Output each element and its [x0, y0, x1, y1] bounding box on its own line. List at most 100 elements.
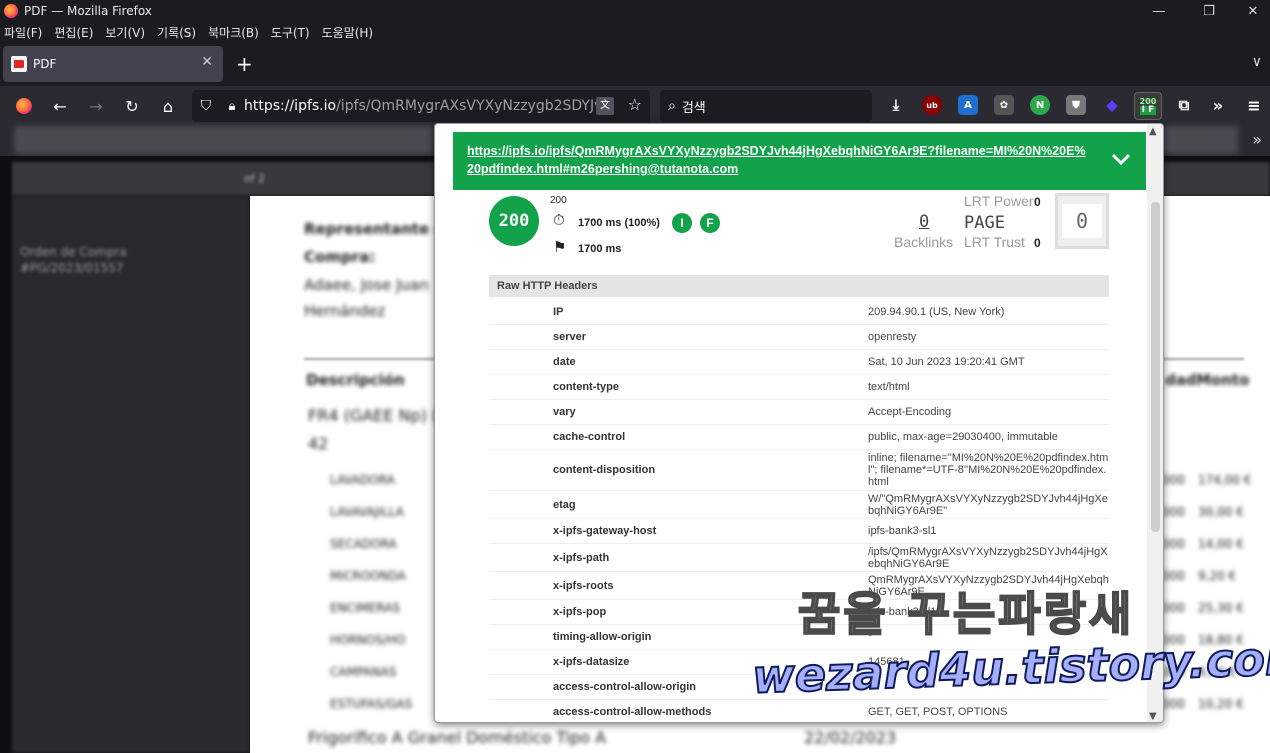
table-row: date Sat, 10 Jun 2023 19:20:41 GMT — [489, 350, 1109, 375]
table-row: access-control-allow-methods GET, GET, PO… — [489, 700, 1109, 722]
menu-history[interactable]: 기록(S) — [157, 24, 196, 41]
pdf-item: MICROONDA — [330, 569, 406, 583]
ublock-icon[interactable]: ub — [922, 95, 942, 115]
new-tab-plus-icon[interactable]: + — [236, 52, 253, 76]
menu-view[interactable]: 보기(V) — [105, 24, 145, 41]
table-row: x-ipfs-gateway-host ipfs-bank3-sl1 — [489, 519, 1109, 544]
address-bar[interactable]: ⛉ 🔒︎ https://ipfs.io/ipfs/QmRMygrAXsVYXy… — [192, 90, 650, 122]
bookmarks-overflow-chevron-icon[interactable]: » — [1252, 130, 1262, 149]
pdf-text: FR4 (GAEE Np) ( — [308, 406, 439, 425]
privacy-badger-icon[interactable]: ⛊ — [1066, 95, 1086, 115]
firefox-view-icon[interactable] — [14, 94, 34, 118]
puzzle-addon-icon[interactable]: ✿ — [994, 95, 1014, 115]
pdf-amount: 174,00 € — [1198, 473, 1252, 487]
extensions-puzzle-icon[interactable]: ⧉ — [1174, 95, 1194, 115]
list-tabs-chevron-icon[interactable]: ∨ — [1252, 54, 1262, 70]
maximize-icon[interactable]: ❐ — [1186, 0, 1232, 22]
home-icon[interactable]: ⌂ — [156, 94, 180, 118]
checked-url-link[interactable]: https://ipfs.io/ipfs/QmRMygrAXsVYXyNzzyg… — [467, 142, 1087, 178]
screen: PDF — Mozilla Firefox — ❐ ✕ 파일(F) 편집(E) … — [0, 0, 1270, 753]
table-row: content-disposition inline; filename="MI%… — [489, 450, 1109, 491]
close-window-icon[interactable]: ✕ — [1230, 0, 1270, 22]
pdf-text: 42 — [308, 434, 329, 453]
close-tab-icon[interactable]: ✕ — [201, 54, 213, 70]
pdf-outline-item[interactable]: Orden de Compra #PG/2023/01557 — [20, 244, 210, 276]
pdf-text: 22/02/2023 — [804, 728, 897, 747]
header-key: access-control-allow-origin — [553, 681, 697, 693]
pdf-text: Compra: — [304, 248, 376, 266]
hamburger-menu-icon[interactable]: ≡ — [1244, 95, 1264, 115]
table-row: x-ipfs-path/ipfs/QmRMygrAXsVYXyNzzygb2SD… — [489, 544, 1109, 572]
header-key: etag — [553, 498, 576, 511]
page-label: PAGE — [964, 213, 1005, 233]
table-row: content-type text/html — [489, 375, 1109, 400]
search-bar[interactable]: ⌕ 검색 — [660, 90, 872, 122]
header-value: ipfs-bank3-sl1 — [868, 525, 937, 537]
menu-help[interactable]: 도움말(H) — [322, 24, 374, 41]
collapse-chevron-icon[interactable] — [1108, 146, 1134, 172]
forward-arrow-icon[interactable]: → — [84, 94, 108, 118]
blurred-bookmarks-right — [1162, 126, 1238, 154]
menu-tools[interactable]: 도구(T) — [271, 24, 310, 41]
scrollbar-thumb[interactable] — [1151, 202, 1160, 532]
menu-bookmarks[interactable]: 북마크(B) — [208, 24, 259, 41]
pdf-file-icon — [11, 56, 27, 72]
score-value: 0 — [1062, 204, 1102, 238]
pdf-amount: 9,20 € — [1198, 569, 1237, 583]
pdf-text: Monto — [1196, 371, 1250, 389]
header-key: x-ipfs-datasize — [553, 656, 630, 668]
backlinks-value[interactable]: 0 — [919, 212, 929, 232]
raw-headers-title: Raw HTTP Headers — [489, 275, 1109, 297]
header-key: content-type — [553, 381, 619, 393]
pdf-page-count: of 2 — [244, 172, 266, 185]
header-key: x-ipfs-path — [553, 551, 610, 564]
scroll-up-arrow-icon[interactable]: ▲ — [1149, 126, 1157, 137]
scroll-down-arrow-icon[interactable]: ▼ — [1149, 711, 1157, 722]
lrt-trust-label: LRT Trust — [964, 234, 1025, 250]
more-tools-chevron-icon[interactable]: » — [1208, 95, 1228, 115]
pdf-text: Descripción — [306, 371, 405, 389]
gem-extension-icon[interactable]: ◆ — [1102, 95, 1122, 115]
translate-icon[interactable]: 文 — [596, 97, 614, 115]
response-time-final: 1700 ms — [578, 243, 622, 255]
search-placeholder: 검색 — [681, 100, 706, 116]
table-row: IP 209.94.90.1 (US, New York) — [489, 300, 1109, 325]
finish-flag-icon: ⚑ — [553, 239, 567, 256]
pdf-text: dad — [1165, 371, 1197, 389]
reload-icon[interactable]: ↻ — [120, 94, 144, 118]
pdf-text: Frigorífico A Granel Doméstico Tipo A — [308, 728, 607, 747]
header-key: x-ipfs-roots — [553, 579, 614, 592]
downloads-icon[interactable]: ⤓ — [886, 95, 906, 115]
header-value: public, max-age=29030400, immutable — [868, 431, 1058, 443]
pdf-amount: 30,00 € — [1198, 505, 1244, 519]
lock-icon[interactable]: 🔒︎ — [220, 99, 244, 114]
menu-file[interactable]: 파일(F) — [4, 24, 42, 41]
pdf-amount: 25,30 € — [1198, 601, 1244, 615]
header-key: server — [553, 331, 587, 343]
menu-edit[interactable]: 편집(E) — [54, 24, 93, 41]
header-key: timing-allow-origin — [553, 631, 652, 643]
header-value: 209.94.90.1 (US, New York) — [868, 306, 1005, 318]
pdf-item: ENCIMERAS — [330, 601, 401, 615]
back-arrow-icon[interactable]: ← — [48, 94, 72, 118]
header-key: content-disposition — [553, 464, 656, 476]
table-row: cache-control public, max-age=29030400, i… — [489, 425, 1109, 450]
pdf-text: Representante d — [304, 220, 446, 238]
badge-f[interactable]: F — [700, 213, 720, 233]
tab-pdf[interactable]: PDF ✕ — [3, 46, 223, 82]
badge-i[interactable]: I — [672, 213, 692, 233]
minimize-icon[interactable]: — — [1136, 0, 1182, 22]
translator-extension-icon[interactable]: A — [958, 95, 978, 115]
tab-bar: PDF ✕ + ∨ — [0, 42, 1270, 86]
blurred-bookmarks — [14, 126, 434, 154]
window-title: PDF — Mozilla Firefox — [24, 4, 152, 18]
popup-scrollbar[interactable]: ▲ ▼ — [1147, 124, 1163, 722]
seo-status-extension-icon[interactable]: 200 I F — [1134, 92, 1162, 120]
url-path: /ipfs/QmRMygrAXsVYXyNzzygb2SDYJvh — [336, 98, 612, 114]
bookmark-star-icon[interactable]: ☆ — [628, 95, 642, 114]
shield-icon[interactable]: ⛉ — [192, 98, 220, 114]
n-extension-icon[interactable]: N — [1030, 95, 1050, 115]
header-key: x-ipfs-gateway-host — [553, 525, 657, 537]
response-time-total: 1700 ms (100%) — [578, 217, 660, 229]
pdf-item: LAVAVAJILLA — [330, 505, 404, 519]
